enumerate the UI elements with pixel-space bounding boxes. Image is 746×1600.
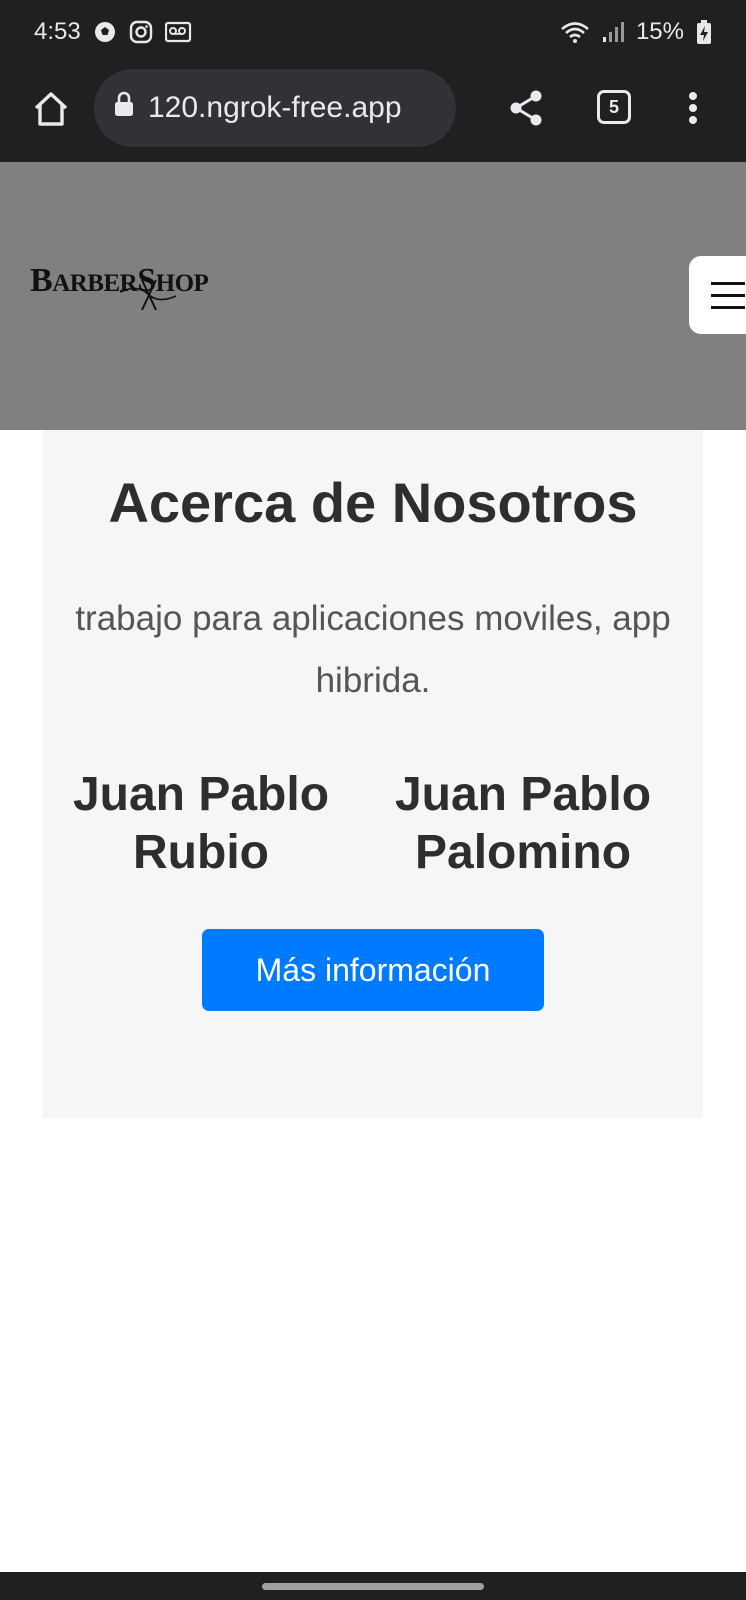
status-bar: 4:53 15% xyxy=(0,0,746,64)
address-bar[interactable]: 120.ngrok-free.app xyxy=(94,69,456,147)
hamburger-line xyxy=(711,281,745,285)
home-button[interactable] xyxy=(26,84,76,134)
browser-toolbar: 120.ngrok-free.app 5 xyxy=(0,64,746,162)
dot xyxy=(689,104,697,112)
gesture-handle[interactable] xyxy=(262,1583,484,1590)
status-bar-left: 4:53 xyxy=(34,18,193,46)
site-header: B ARBER S HOP xyxy=(0,162,746,430)
clock: 4:53 xyxy=(34,18,81,45)
instagram-icon xyxy=(129,20,153,44)
section-description: trabajo para aplicaciones moviles, app h… xyxy=(75,599,671,700)
barbershop-logo[interactable]: B ARBER S HOP xyxy=(30,262,209,311)
wifi-icon xyxy=(560,20,590,44)
team-member-name: Juan Pablo Palomino xyxy=(394,768,652,879)
scissors-icon xyxy=(119,279,177,311)
soccer-ball-icon xyxy=(93,20,117,44)
battery-percent: 15% xyxy=(635,18,684,45)
url-text: 120.ngrok-free.app xyxy=(148,91,402,124)
share-icon xyxy=(510,90,542,126)
logo-letter: B xyxy=(30,262,53,299)
system-nav-bar xyxy=(0,1572,746,1600)
nav-menu-toggle[interactable] xyxy=(689,256,746,334)
dot xyxy=(689,92,697,100)
share-button[interactable] xyxy=(506,86,546,130)
home-icon xyxy=(34,92,68,126)
signal-icon xyxy=(602,20,624,44)
dot xyxy=(689,116,697,124)
hamburger-line xyxy=(711,305,745,309)
browser-menu-button[interactable] xyxy=(678,88,708,128)
status-bar-right: 15% xyxy=(560,18,712,46)
more-info-button[interactable]: Más información xyxy=(202,929,544,1011)
team-member-name: Juan Pablo Rubio xyxy=(72,768,330,879)
battery-charging-icon xyxy=(696,19,712,45)
lock-icon xyxy=(114,91,134,125)
tab-switcher-button[interactable]: 5 xyxy=(597,90,631,124)
tab-count: 5 xyxy=(608,96,619,117)
about-section: Acerca de Nosotros trabajo para aplicaci… xyxy=(43,430,703,1118)
voicemail-icon xyxy=(164,20,193,44)
hamburger-line xyxy=(711,293,745,297)
section-title: Acerca de Nosotros xyxy=(108,471,638,534)
